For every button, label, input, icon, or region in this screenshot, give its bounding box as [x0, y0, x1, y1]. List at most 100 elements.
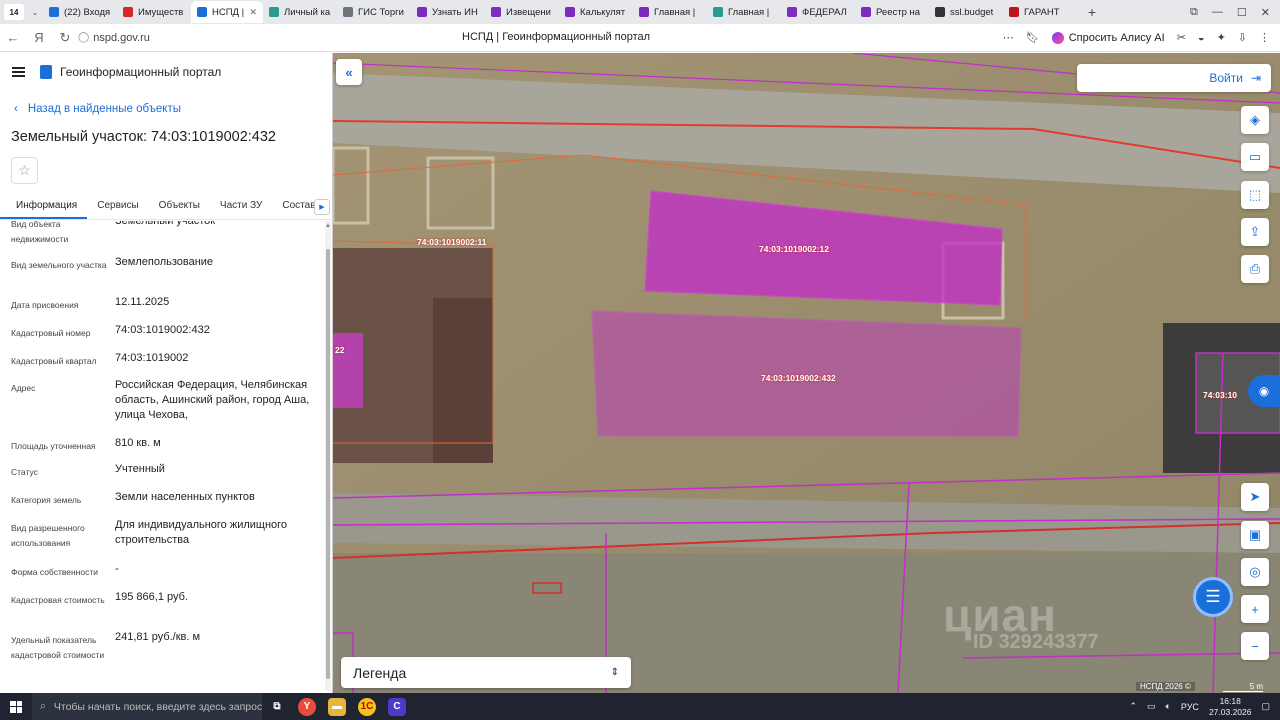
- browser-tab[interactable]: ФЕДЕРАЛ: [781, 1, 855, 23]
- share-icon[interactable]: ⇪: [1241, 218, 1269, 246]
- menu-burger-icon[interactable]: [12, 67, 25, 77]
- browser-tab[interactable]: Извещени: [485, 1, 559, 23]
- print-icon[interactable]: ⎙: [1241, 255, 1269, 283]
- task-view-icon[interactable]: ⧉: [262, 693, 292, 720]
- tab-label: Реестр на: [876, 6, 921, 18]
- back-to-results-link[interactable]: ‹ Назад в найденные объекты: [14, 103, 181, 115]
- tab-label: Главная |: [654, 6, 696, 18]
- more-icon[interactable]: ⋯: [1003, 31, 1014, 44]
- collapse-panel-button[interactable]: «: [336, 59, 362, 85]
- windows-logo-icon: [10, 700, 22, 713]
- property-value: -: [115, 563, 119, 575]
- network-icon[interactable]: ▭: [1147, 701, 1156, 712]
- browser-tab[interactable]: ГИС Торги: [337, 1, 411, 23]
- ruler-icon[interactable]: ▭: [1241, 143, 1269, 171]
- property-label: Адрес: [11, 383, 36, 393]
- site-info-icon[interactable]: ◯: [78, 32, 89, 43]
- browser-tab[interactable]: Реестр на: [855, 1, 929, 23]
- tabs-dropdown-icon[interactable]: ⌄: [27, 8, 43, 17]
- tab-favicon-icon: [713, 7, 723, 17]
- tab-favicon-icon: [861, 7, 871, 17]
- notifications-icon[interactable]: ▢: [1261, 701, 1270, 712]
- property-label: Кадастровая стоимость: [11, 595, 105, 605]
- property-label: Форма собственности: [11, 567, 98, 577]
- tab-count-badge[interactable]: 14: [4, 4, 24, 20]
- property-value: Землепользование: [115, 256, 214, 268]
- map-view[interactable]: 74:03:1019002:11 74:03:1019002:12 74:03:…: [333, 53, 1280, 693]
- tabs-scroll-right-icon[interactable]: ▶: [314, 199, 330, 215]
- browser-tab[interactable]: Личный ка: [263, 1, 337, 23]
- property-value: 74:03:1019002:432: [115, 324, 210, 336]
- browser-tab[interactable]: (22) Входя: [43, 1, 117, 23]
- volume-icon[interactable]: 🔈︎: [1166, 701, 1171, 712]
- tray-chevron-icon[interactable]: ⌃: [1129, 701, 1137, 712]
- tab-label: ФЕДЕРАЛ: [802, 6, 847, 18]
- new-tab-button[interactable]: +: [1083, 4, 1101, 20]
- menu-icon[interactable]: ⋮: [1259, 31, 1270, 44]
- close-window-icon[interactable]: ✕: [1261, 6, 1270, 19]
- taskbar-search-input[interactable]: ⌕ Чтобы начать поиск, введите здесь запр…: [32, 693, 262, 720]
- scroll-up-icon[interactable]: ▲: [325, 223, 331, 229]
- panel-scrollbar[interactable]: ▲: [325, 221, 331, 691]
- tab-objects[interactable]: Объекты: [149, 194, 210, 219]
- tab-information[interactable]: Информация: [0, 194, 88, 219]
- locate-icon[interactable]: ◎: [1241, 558, 1269, 586]
- url-field[interactable]: nspd.gov.ru: [93, 32, 150, 44]
- extensions-icon[interactable]: ✦: [1217, 31, 1226, 44]
- tab-label: Личный ка: [284, 6, 331, 18]
- panel-header: Геоинформационный портал: [12, 65, 221, 79]
- close-tab-icon[interactable]: ✕: [249, 7, 257, 18]
- tabs-list-icon[interactable]: ⧉: [1190, 6, 1198, 19]
- 1c-icon[interactable]: 1C: [352, 693, 382, 720]
- property-label: Удельный показатель кадастровой стоимост…: [11, 635, 105, 660]
- app-c-icon[interactable]: C: [382, 693, 412, 720]
- map-attribution: НСПД 2026 ©: [1136, 682, 1195, 691]
- tools-icon[interactable]: ✂: [1177, 31, 1186, 44]
- legend-dropdown[interactable]: Легенда ⇕: [341, 657, 631, 688]
- tab-services[interactable]: Сервисы: [87, 194, 148, 219]
- zoom-out-button[interactable]: −: [1241, 632, 1269, 660]
- login-button[interactable]: Войти ⇥: [1077, 64, 1271, 92]
- file-explorer-icon[interactable]: ▬: [322, 693, 352, 720]
- favorite-star-icon[interactable]: ☆: [11, 157, 38, 184]
- tab-favicon-icon: [49, 7, 59, 17]
- layers-icon[interactable]: ◈: [1241, 106, 1269, 134]
- back-arrow-icon[interactable]: ←: [0, 30, 26, 45]
- yandex-browser-icon[interactable]: Y: [292, 693, 322, 720]
- clock[interactable]: 16:18 27.03.2026: [1209, 696, 1252, 718]
- start-button[interactable]: [0, 700, 32, 713]
- hat-icon[interactable]: ◒: [1198, 32, 1205, 44]
- browser-tab[interactable]: ssl.budget: [929, 1, 1003, 23]
- bookmark-icon[interactable]: 🔖︎: [1026, 31, 1040, 44]
- browser-tab[interactable]: ГАРАНТ: [1003, 1, 1077, 23]
- browser-tab[interactable]: Имуществ: [117, 1, 191, 23]
- chat-bot-logo-icon[interactable]: ◉: [1248, 375, 1280, 407]
- browser-tab[interactable]: НСПД | ✕: [191, 1, 263, 23]
- chat-icon[interactable]: ☰: [1193, 577, 1233, 617]
- ask-alice-button[interactable]: Спросить Алису AI: [1051, 31, 1165, 44]
- browser-tab[interactable]: Главная |: [707, 1, 781, 23]
- tab-favicon-icon: [787, 7, 797, 17]
- downloads-icon[interactable]: ⇩: [1238, 31, 1247, 44]
- property-label: Площадь уточненная: [11, 441, 96, 451]
- info-panel: Геоинформационный портал ‹ Назад в найде…: [0, 53, 333, 693]
- property-label: Дата присвоения: [11, 300, 79, 310]
- language-indicator[interactable]: РУС: [1181, 702, 1199, 712]
- browser-tab[interactable]: Узнать ИН: [411, 1, 485, 23]
- parcel-label: 74:03:1019002:12: [759, 244, 829, 254]
- clock-date: 27.03.2026: [1208, 706, 1252, 717]
- select-area-icon[interactable]: ⬚: [1241, 181, 1269, 209]
- property-value: Земельный участок: [115, 221, 216, 227]
- zoom-in-button[interactable]: +: [1241, 595, 1269, 623]
- minimize-icon[interactable]: —: [1212, 6, 1223, 19]
- basemap-icon[interactable]: ▣: [1241, 521, 1269, 549]
- yandex-icon[interactable]: Я: [26, 30, 52, 45]
- navigate-icon[interactable]: ➤: [1241, 483, 1269, 511]
- maximize-icon[interactable]: ☐: [1237, 6, 1247, 19]
- tab-parts[interactable]: Части ЗУ: [210, 194, 272, 219]
- browser-tab[interactable]: Калькулят: [559, 1, 633, 23]
- tab-favicon-icon: [565, 7, 575, 17]
- browser-tab[interactable]: Главная |: [633, 1, 707, 23]
- reload-icon[interactable]: ↻: [52, 30, 78, 46]
- scrollbar-thumb[interactable]: [326, 249, 330, 679]
